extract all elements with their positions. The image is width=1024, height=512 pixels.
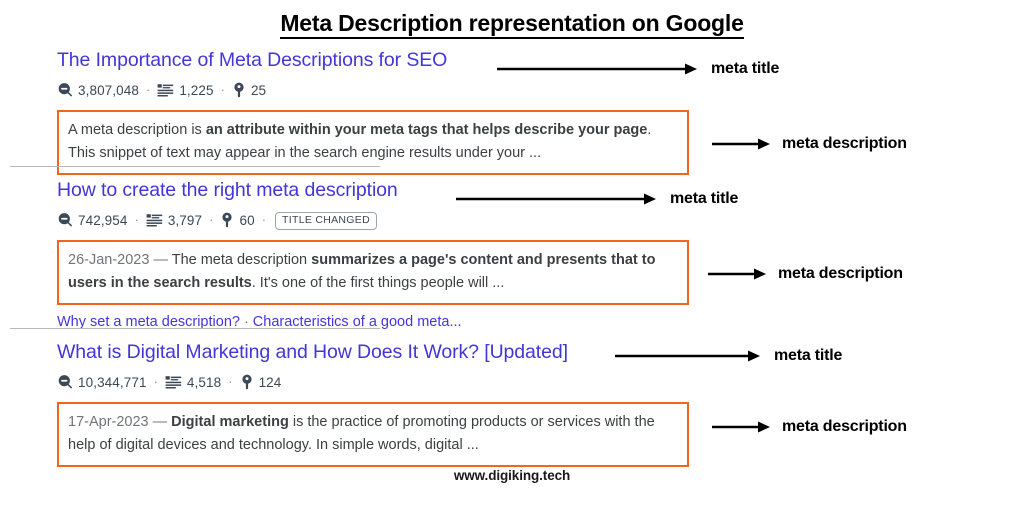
annotation-meta-title-3: meta title <box>456 190 738 208</box>
rank-value: 3,797 <box>167 213 203 228</box>
rank-value: 1,225 <box>179 83 214 98</box>
search-volume-value: 10,344,771 <box>78 375 147 390</box>
ranking-list-icon <box>146 212 163 231</box>
description-highlight-0: Digital marketing <box>171 414 289 430</box>
annotation-label: meta description <box>782 418 907 435</box>
keywords-value: 60 <box>239 213 255 228</box>
annotation-meta-description-6: meta description <box>712 418 907 436</box>
arrow-icon <box>708 268 766 280</box>
description-text-2: . It's one of the first things people wi… <box>251 275 505 291</box>
annotation-label: meta title <box>774 347 843 364</box>
metric-separator: · <box>209 212 214 227</box>
keywords-value: 25 <box>250 83 267 98</box>
arrow-icon <box>712 138 770 150</box>
meta-description-box: 26-Jan-2023 — The meta description summa… <box>57 240 689 305</box>
annotation-label: meta description <box>782 135 907 152</box>
key-icon <box>220 212 234 231</box>
annotation-label: meta title <box>711 60 780 77</box>
key-icon <box>232 82 246 101</box>
metric-separator: · <box>153 374 158 389</box>
annotation-meta-description-4: meta description <box>708 265 903 283</box>
ranking-list-icon <box>165 374 182 393</box>
status-badge-title-changed: TITLE CHANGED <box>275 211 377 230</box>
annotation-meta-title-1: meta title <box>497 60 779 78</box>
page-title: Meta Description representation on Googl… <box>0 10 1024 39</box>
metric-separator: · <box>145 82 151 97</box>
result-metrics: 3,807,048 · 1,225 · 25 <box>57 81 1024 100</box>
result-metrics: 10,344,771 · 4,518 · 124 <box>57 373 1024 392</box>
result-divider <box>10 328 380 329</box>
description-highlight-1: an attribute within your meta tags that … <box>205 122 648 138</box>
search-volume-value: 742,954 <box>78 213 128 228</box>
description-text-0: The meta description <box>171 252 312 268</box>
key-icon <box>240 374 254 393</box>
search-result-3: What is Digital Marketing and How Does I… <box>0 328 1024 467</box>
metric-separator: · <box>228 374 233 389</box>
description-date: 17-Apr-2023 — <box>68 414 172 430</box>
description-text-0: A meta description is <box>68 122 206 138</box>
search-volume-value: 3,807,048 <box>78 83 139 98</box>
result-divider <box>10 166 380 167</box>
annotation-meta-title-5: meta title <box>615 347 842 365</box>
description-date: 26-Jan-2023 — <box>68 252 172 268</box>
metric-separator: · <box>134 212 139 227</box>
arrow-icon <box>615 350 760 362</box>
page-title-text: Meta Description representation on Googl… <box>280 10 744 39</box>
arrow-icon <box>456 193 656 205</box>
metric-separator: · <box>220 82 225 97</box>
keywords-value: 124 <box>258 375 282 390</box>
annotation-meta-description-2: meta description <box>712 135 907 153</box>
annotation-label: meta title <box>670 190 739 207</box>
result-metrics: 742,954 · 3,797 · 60 · TITLE CHANGED <box>57 211 1024 230</box>
result-title-link[interactable]: What is Digital Marketing and How Does I… <box>57 340 1024 364</box>
arrow-icon <box>712 421 770 433</box>
rank-value: 4,518 <box>186 375 222 390</box>
annotation-label: meta description <box>778 265 903 282</box>
search-bubble-icon <box>57 212 73 231</box>
arrow-icon <box>497 63 697 75</box>
metric-separator: · <box>261 212 267 227</box>
search-bubble-icon <box>57 82 73 101</box>
search-bubble-icon <box>57 374 73 393</box>
ranking-list-icon <box>157 82 174 101</box>
meta-description-box: 17-Apr-2023 — Digital marketing is the p… <box>57 402 689 467</box>
footer-website: www.digiking.tech <box>453 468 571 483</box>
